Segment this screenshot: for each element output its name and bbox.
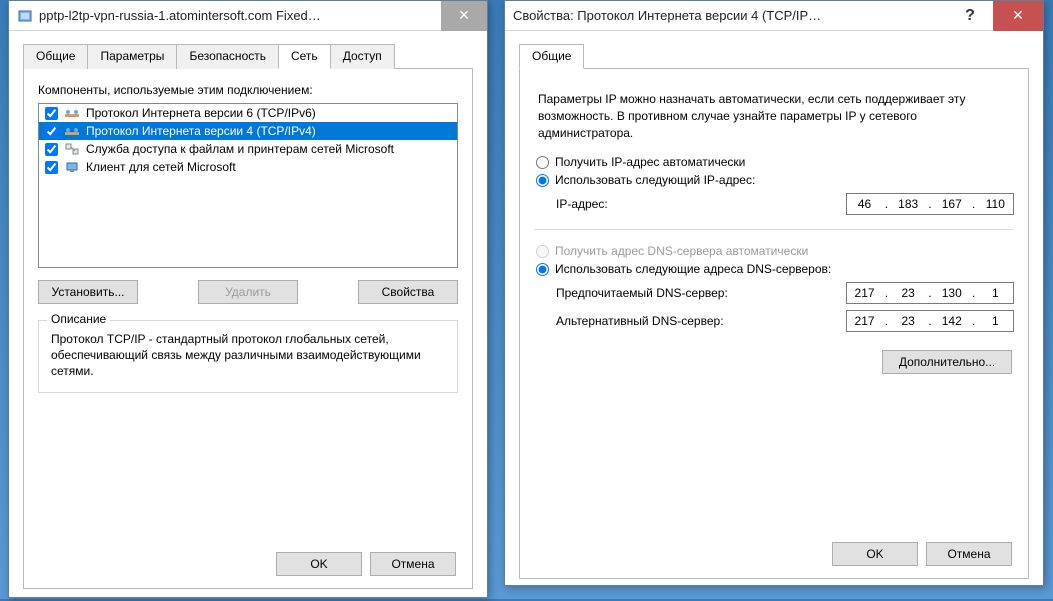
ip-octet[interactable]: 130 <box>937 286 967 300</box>
tabs: Общие <box>519 43 1029 69</box>
ip-auto-radio[interactable] <box>536 156 549 169</box>
window-body: Общие Параметры Безопасность Сеть Доступ… <box>9 31 487 601</box>
ip-octet[interactable]: 167 <box>937 197 967 211</box>
help-button[interactable]: ? <box>947 1 993 31</box>
ip-address-row: IP-адрес: 46. 183. 167. 110 <box>556 193 1014 215</box>
cancel-button[interactable]: Отмена <box>926 542 1012 566</box>
service-icon <box>64 142 80 156</box>
ip-octet[interactable]: 217 <box>850 286 880 300</box>
radio-label: Получить адрес DNS-сервера автоматически <box>555 244 808 258</box>
radio-label: Использовать следующие адреса DNS-сервер… <box>555 262 831 276</box>
list-item[interactable]: Служба доступа к файлам и принтерам сете… <box>39 140 457 158</box>
connection-icon <box>17 8 33 24</box>
separator <box>534 229 1014 230</box>
components-label: Компоненты, используемые этим подключени… <box>38 83 458 97</box>
protocol-icon <box>64 106 80 120</box>
install-button[interactable]: Установить... <box>38 280 138 304</box>
tab-security[interactable]: Безопасность <box>176 44 279 69</box>
advanced-button[interactable]: Дополнительно... <box>882 350 1012 374</box>
window-controls: ? ✕ <box>947 1 1043 31</box>
dns-auto-radio-row: Получить адрес DNS-сервера автоматически <box>536 244 1014 258</box>
protocol-icon <box>64 124 80 138</box>
item-label: Клиент для сетей Microsoft <box>86 160 236 174</box>
info-text: Параметры IP можно назначать автоматичес… <box>538 91 1010 141</box>
item-label: Служба доступа к файлам и принтерам сете… <box>86 142 394 156</box>
dns-manual-radio-row[interactable]: Использовать следующие адреса DNS-сервер… <box>536 262 1014 276</box>
tab-parameters[interactable]: Параметры <box>87 44 177 69</box>
ip-octet[interactable]: 142 <box>937 314 967 328</box>
ip-octet[interactable]: 110 <box>980 197 1010 211</box>
description-text: Протокол TCP/IP - стандартный протокол г… <box>51 331 445 380</box>
ok-button[interactable]: OK <box>276 552 362 576</box>
ip-octet[interactable]: 23 <box>893 314 923 328</box>
tab-network[interactable]: Сеть <box>278 44 331 69</box>
close-button[interactable]: ✕ <box>993 1 1043 31</box>
item-label: Протокол Интернета версии 4 (TCP/IPv4) <box>86 124 316 138</box>
item-checkbox[interactable] <box>45 125 58 138</box>
ip-octet[interactable]: 23 <box>893 286 923 300</box>
window-body: Общие Параметры IP можно назначать автом… <box>505 31 1043 591</box>
tab-panel: Параметры IP можно назначать автоматичес… <box>519 69 1029 579</box>
dns2-input[interactable]: 217. 23. 142. 1 <box>846 310 1014 332</box>
list-item[interactable]: Протокол Интернета версии 4 (TCP/IPv4) <box>39 122 457 140</box>
remove-button: Удалить <box>198 280 298 304</box>
list-item[interactable]: Протокол Интернета версии 6 (TCP/IPv6) <box>39 104 457 122</box>
ip-auto-radio-row[interactable]: Получить IP-адрес автоматически <box>536 155 1014 169</box>
ok-button[interactable]: OK <box>832 542 918 566</box>
dns-manual-radio[interactable] <box>536 263 549 276</box>
ipv4-properties-window: Свойства: Протокол Интернета версии 4 (T… <box>504 0 1044 586</box>
description-group: Описание Протокол TCP/IP - стандартный п… <box>38 320 458 393</box>
ip-octet[interactable]: 46 <box>850 197 880 211</box>
components-listbox[interactable]: Протокол Интернета версии 6 (TCP/IPv6) П… <box>38 103 458 268</box>
ip-octet[interactable]: 1 <box>980 314 1010 328</box>
tab-general[interactable]: Общие <box>519 44 584 69</box>
ip-address-label: IP-адрес: <box>556 197 846 211</box>
ip-octet[interactable]: 217 <box>850 314 880 328</box>
item-checkbox[interactable] <box>45 161 58 174</box>
tab-access[interactable]: Доступ <box>330 44 395 69</box>
dns-auto-radio <box>536 245 549 258</box>
item-checkbox[interactable] <box>45 107 58 120</box>
dns1-input[interactable]: 217. 23. 130. 1 <box>846 282 1014 304</box>
list-item[interactable]: Клиент для сетей Microsoft <box>39 158 457 176</box>
radio-label: Получить IP-адрес автоматически <box>555 155 745 169</box>
tab-panel: Компоненты, используемые этим подключени… <box>23 69 473 589</box>
window-title: Свойства: Протокол Интернета версии 4 (T… <box>513 8 947 23</box>
item-label: Протокол Интернета версии 6 (TCP/IPv6) <box>86 106 316 120</box>
ip-address-input[interactable]: 46. 183. 167. 110 <box>846 193 1014 215</box>
dns2-row: Альтернативный DNS-сервер: 217. 23. 142.… <box>556 310 1014 332</box>
description-legend: Описание <box>47 312 110 326</box>
tabs: Общие Параметры Безопасность Сеть Доступ <box>23 43 473 69</box>
properties-button[interactable]: Свойства <box>358 280 458 304</box>
button-row: Установить... Удалить Свойства <box>38 280 458 304</box>
dns2-label: Альтернативный DNS-сервер: <box>556 314 846 328</box>
radio-label: Использовать следующий IP-адрес: <box>555 173 755 187</box>
dns1-row: Предпочитаемый DNS-сервер: 217. 23. 130.… <box>556 282 1014 304</box>
close-button[interactable]: × <box>441 1 487 31</box>
ip-octet[interactable]: 183 <box>893 197 923 211</box>
connection-properties-window: pptp-l2tp-vpn-russia-1.atomintersoft.com… <box>8 0 488 598</box>
dialog-footer: OK Отмена <box>832 542 1012 566</box>
client-icon <box>64 160 80 174</box>
dns1-label: Предпочитаемый DNS-сервер: <box>556 286 846 300</box>
advanced-row: Дополнительно... <box>534 350 1012 374</box>
cancel-button[interactable]: Отмена <box>370 552 456 576</box>
dialog-footer: OK Отмена <box>276 552 456 576</box>
window-title: pptp-l2tp-vpn-russia-1.atomintersoft.com… <box>39 8 441 23</box>
tab-general[interactable]: Общие <box>23 44 88 69</box>
titlebar[interactable]: pptp-l2tp-vpn-russia-1.atomintersoft.com… <box>9 1 487 31</box>
titlebar[interactable]: Свойства: Протокол Интернета версии 4 (T… <box>505 1 1043 31</box>
ip-manual-radio[interactable] <box>536 174 549 187</box>
ip-octet[interactable]: 1 <box>980 286 1010 300</box>
ip-manual-radio-row[interactable]: Использовать следующий IP-адрес: <box>536 173 1014 187</box>
window-controls: × <box>441 1 487 31</box>
item-checkbox[interactable] <box>45 143 58 156</box>
